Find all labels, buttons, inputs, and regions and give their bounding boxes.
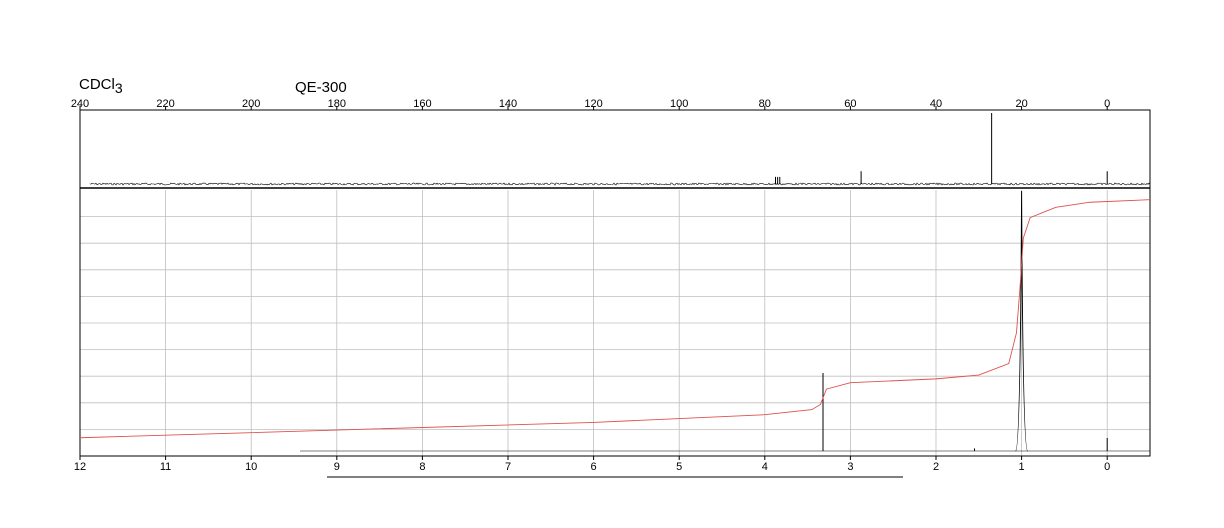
c13-tick-label-60: 60 xyxy=(844,98,856,110)
c13-tick-label-120: 120 xyxy=(584,98,602,110)
h1-tick-label-3: 3 xyxy=(847,461,853,473)
h1-tick-label-8: 8 xyxy=(419,461,425,473)
h1-tick-label-7: 7 xyxy=(505,461,511,473)
h1-tick-label-12: 12 xyxy=(74,461,86,473)
c13-tick-label-100: 100 xyxy=(670,98,688,110)
h1-tick-label-5: 5 xyxy=(676,461,682,473)
h1-panel-frame xyxy=(79,187,1151,457)
h1-tick-label-10: 10 xyxy=(245,461,257,473)
h1-tick-label-11: 11 xyxy=(160,461,171,473)
c13-tick-label-0: 0 xyxy=(1104,98,1110,110)
nmr-figure: CDCl3 QE-300 240 220 200 180 160 140 120 100 80 6… xyxy=(0,0,1224,528)
c13-tick-label-240: 240 xyxy=(71,98,89,110)
c13-baseline-trace xyxy=(89,182,1151,186)
c13-panel-frame xyxy=(79,109,1151,189)
c13-tick-label-200: 200 xyxy=(242,98,260,110)
c13-tick-label-180: 180 xyxy=(328,98,346,110)
h1-tick-label-4: 4 xyxy=(762,461,768,473)
c13-tick-label-160: 160 xyxy=(413,98,431,110)
c13-tick-label-80: 80 xyxy=(759,98,771,110)
c13-tick-label-20: 20 xyxy=(1015,98,1027,110)
h1-tick-label-2: 2 xyxy=(933,461,939,473)
h1-tick-label-1: 1 xyxy=(1019,461,1025,473)
h1-tick-label-0: 0 xyxy=(1104,461,1110,473)
c13-tick-label-40: 40 xyxy=(930,98,942,110)
h1-tick-label-9: 9 xyxy=(334,461,340,473)
c13-tick-label-220: 220 xyxy=(156,98,174,110)
h1-integral-curve xyxy=(79,199,1151,439)
c13-tick-label-140: 140 xyxy=(499,98,517,110)
h1-tick-label-6: 6 xyxy=(591,461,597,473)
nmr-spectra-chart: 240 220 200 180 160 140 120 100 80 60 40 20 012 11 10 9… xyxy=(71,98,1151,478)
